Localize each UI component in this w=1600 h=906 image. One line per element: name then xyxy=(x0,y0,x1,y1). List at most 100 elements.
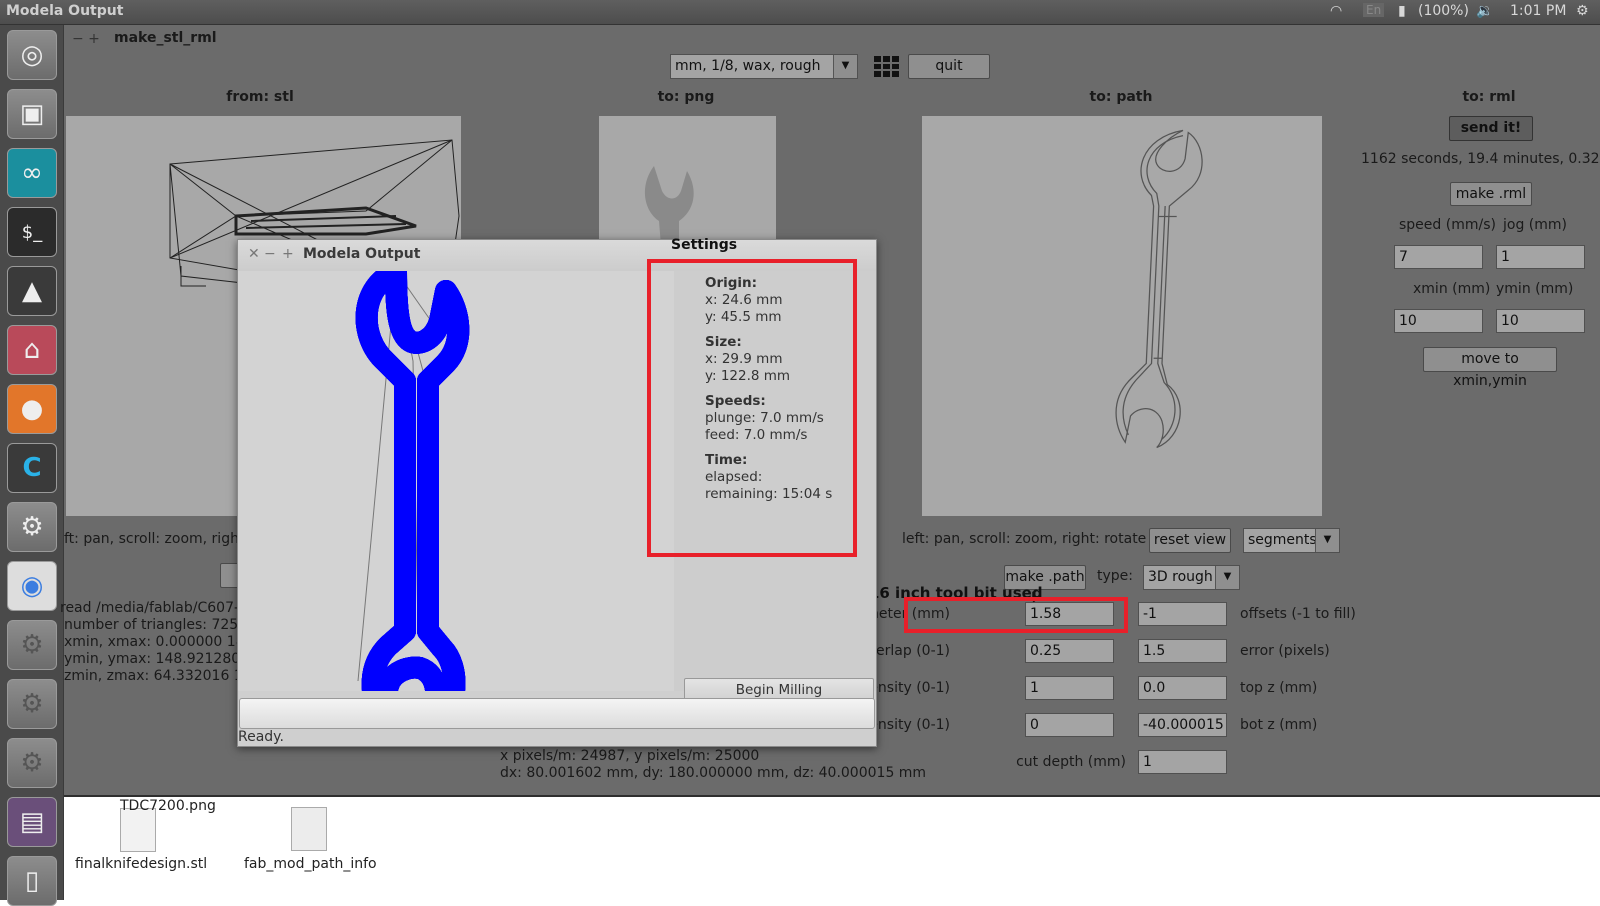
top-intensity-input[interactable]: 1 xyxy=(1025,676,1114,700)
wifi-icon[interactable]: ◠ xyxy=(1330,3,1342,19)
ymin-label: ymin (mm) xyxy=(1496,281,1574,297)
annotation-highlight-settings xyxy=(647,259,857,557)
settings-icon[interactable]: ⚙ xyxy=(7,620,57,670)
display-select[interactable]: segments ▼ xyxy=(1243,528,1340,553)
path-view-hint: left: pan, scroll: zoom, right: rotate xyxy=(902,531,1147,547)
progress-bar xyxy=(239,698,875,729)
path-header: to: path xyxy=(1089,89,1153,105)
maximize-icon[interactable]: + xyxy=(282,246,294,262)
cut-depth-input[interactable]: 1 xyxy=(1138,750,1227,774)
stl-info-line: number of triangles: 7250 xyxy=(64,617,248,633)
png-header: to: png xyxy=(657,89,715,105)
jog-input[interactable]: 1 xyxy=(1496,245,1585,269)
move-to-xmin-ymin-button[interactable]: move to xmin,ymin xyxy=(1423,347,1557,389)
error-input[interactable]: 1.5 xyxy=(1138,639,1227,663)
stl-info-line: read /media/fablab/C607-I xyxy=(60,600,244,616)
display-select-value: segments xyxy=(1248,532,1317,548)
path-view[interactable] xyxy=(922,116,1322,516)
chevron-down-icon: ▼ xyxy=(1215,566,1239,589)
bot-z-input[interactable]: -40.000015 xyxy=(1138,713,1227,737)
rml-header: to: rml xyxy=(1462,89,1516,105)
make-rml-button[interactable]: make .rml xyxy=(1450,182,1532,206)
stl-info-line: ymin, ymax: 148.921280 1 xyxy=(64,651,254,667)
png-wrench-image xyxy=(644,166,694,246)
toolpath-preview xyxy=(238,261,674,737)
minimize-icon[interactable]: − xyxy=(264,246,276,262)
window-title: Modela Output xyxy=(6,3,124,19)
speed-label: speed (mm/s) xyxy=(1399,217,1496,233)
desktop-file-label[interactable]: fab_mod_path_info xyxy=(244,856,377,872)
png-info-line: dx: 80.001602 mm, dy: 180.000000 mm, dz:… xyxy=(500,765,927,781)
top-panel: Modela Output ◠ En ▮ (100%) 🔉 1:01 PM ⚙ xyxy=(0,0,1600,25)
status-text: Ready. xyxy=(238,729,284,745)
format-select-value: mm, 1/8, wax, rough xyxy=(675,58,821,74)
ubuntu-dash-icon[interactable]: ◎ xyxy=(7,30,57,80)
battery-icon[interactable]: ▮ xyxy=(1398,3,1406,19)
settings-icon[interactable]: ⚙ xyxy=(7,738,57,788)
stl-view-hint: ft: pan, scroll: zoom, right: r xyxy=(64,531,260,547)
type-select-value: 3D rough xyxy=(1148,569,1213,585)
modela-output-dialog: ✕ − + Modela Output Settings Origin: x: … xyxy=(237,237,877,747)
stl-header: from: stl xyxy=(226,89,294,105)
type-label: type: xyxy=(1097,568,1133,584)
png-info: x pixels/m: 24987, y pixels/m: 25000 dx:… xyxy=(500,748,926,782)
minimize-button[interactable]: − + xyxy=(72,31,100,47)
bot-intensity-input[interactable]: 0 xyxy=(1025,713,1114,737)
speed-input[interactable]: 7 xyxy=(1394,245,1483,269)
cut-depth-label: cut depth (mm) xyxy=(1016,754,1126,770)
png-view[interactable] xyxy=(599,116,776,246)
workspace-switcher-icon[interactable]: ▤ xyxy=(7,797,57,847)
quit-button[interactable]: quit xyxy=(908,54,990,79)
send-it-button[interactable]: send it! xyxy=(1449,116,1533,141)
file-icon[interactable] xyxy=(120,808,156,852)
desktop-file-label[interactable]: finalknifedesign.stl xyxy=(75,856,207,872)
close-icon[interactable]: ✕ xyxy=(248,246,260,262)
jog-label: jog (mm) xyxy=(1503,217,1567,233)
desktop-file-label[interactable]: TDC7200.png xyxy=(120,798,216,814)
chevron-down-icon: ▼ xyxy=(833,55,857,78)
battery-percent: (100%) xyxy=(1418,3,1469,19)
volume-icon[interactable]: 🔉 xyxy=(1476,3,1493,19)
ymin-input[interactable]: 10 xyxy=(1496,309,1585,333)
offsets-input[interactable]: -1 xyxy=(1138,602,1227,626)
xmin-input[interactable]: 10 xyxy=(1394,309,1483,333)
rml-time-estimate: 1162 seconds, 19.4 minutes, 0.32 hours xyxy=(1361,151,1600,167)
annotation-highlight-diameter xyxy=(904,597,1128,633)
app-title: make_stl_rml xyxy=(114,30,217,46)
clock[interactable]: 1:01 PM xyxy=(1510,3,1566,19)
power-icon[interactable]: ⚙ xyxy=(1576,3,1589,19)
terminal-icon[interactable]: $_ xyxy=(7,207,57,257)
reset-view-button[interactable]: reset view xyxy=(1149,528,1231,553)
overlap-input[interactable]: 0.25 xyxy=(1025,639,1114,663)
files-home-icon[interactable]: ⌂ xyxy=(7,325,57,375)
stl-info: read /media/fablab/C607-I number of tria… xyxy=(60,600,254,685)
stl-info-line: zmin, zmax: 64.332016 14 xyxy=(64,668,252,684)
keyboard-icon[interactable]: En xyxy=(1363,3,1385,17)
chevron-down-icon: ▼ xyxy=(1315,529,1339,552)
trash-icon[interactable]: ▯ xyxy=(7,856,57,906)
xmin-label: xmin (mm) xyxy=(1413,281,1491,297)
format-select[interactable]: mm, 1/8, wax, rough ▼ xyxy=(670,54,858,79)
error-label: error (pixels) xyxy=(1240,643,1330,659)
arduino-icon[interactable]: ∞ xyxy=(7,148,57,198)
settings-icon[interactable]: ⚙ xyxy=(7,679,57,729)
c-app-icon[interactable]: C xyxy=(7,443,57,493)
top-z-label: top z (mm) xyxy=(1240,680,1318,696)
firefox-icon[interactable]: ● xyxy=(7,384,57,434)
settings-title: Settings xyxy=(671,237,738,253)
type-select[interactable]: 3D rough ▼ xyxy=(1143,565,1240,590)
camera-icon[interactable]: ▣ xyxy=(7,89,57,139)
system-settings-icon[interactable]: ⚙ xyxy=(7,502,57,552)
offsets-label: offsets (-1 to fill) xyxy=(1240,606,1356,622)
file-icon[interactable] xyxy=(291,807,327,851)
path-toolpath xyxy=(1115,129,1203,449)
inkscape-icon[interactable]: ▲ xyxy=(7,266,57,316)
grid-icon[interactable] xyxy=(872,54,899,79)
png-info-line: x pixels/m: 24987, y pixels/m: 25000 xyxy=(500,748,760,764)
stl-info-line: xmin, xmax: 0.000000 180 xyxy=(64,634,254,650)
top-z-input[interactable]: 0.0 xyxy=(1138,676,1227,700)
toolpath-canvas[interactable] xyxy=(238,261,674,737)
launcher: ◎ ▣ ∞ $_ ▲ ⌂ ● C ⚙ ◉ ⚙ ⚙ ⚙ ▤ ▯ xyxy=(0,25,64,906)
dialog-title: Modela Output xyxy=(303,246,421,262)
chrome-icon[interactable]: ◉ xyxy=(7,561,57,611)
